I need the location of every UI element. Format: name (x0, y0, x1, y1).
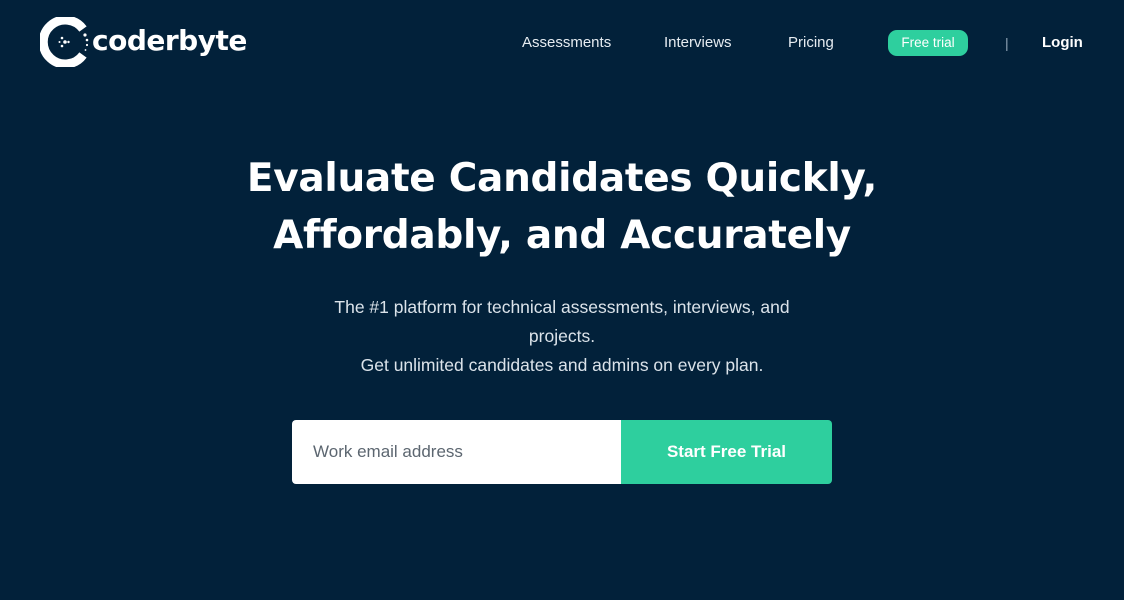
nav-divider: | (1005, 35, 1009, 51)
nav-interviews[interactable]: Interviews (664, 30, 732, 56)
free-trial-button[interactable]: Free trial (888, 30, 968, 56)
hero-subtitle: The #1 platform for technical assessment… (0, 293, 1124, 380)
site-header: coderbyte Assessments Interviews Pricing… (0, 0, 1124, 86)
hero-title-line-1: Evaluate Candidates Quickly, (246, 156, 878, 201)
hero-title: Evaluate Candidates Quickly, Affordably,… (0, 150, 1124, 264)
signup-form: Start Free Trial (292, 420, 832, 484)
work-email-input[interactable] (292, 420, 621, 484)
nav-assessments[interactable]: Assessments (522, 30, 611, 56)
login-link[interactable]: Login (1042, 30, 1083, 56)
hero-subtitle-line-1: The #1 platform for technical assessment… (334, 297, 790, 317)
hero-subtitle-line-3: Get unlimited candidates and admins on e… (360, 355, 764, 375)
nav-pricing[interactable]: Pricing (788, 30, 834, 56)
main-nav: Assessments Interviews Pricing Free tria… (0, 30, 1124, 56)
start-free-trial-button[interactable]: Start Free Trial (621, 420, 832, 484)
hero-title-line-2: Affordably, and Accurately (273, 213, 851, 258)
hero-subtitle-line-2: projects. (528, 326, 596, 346)
